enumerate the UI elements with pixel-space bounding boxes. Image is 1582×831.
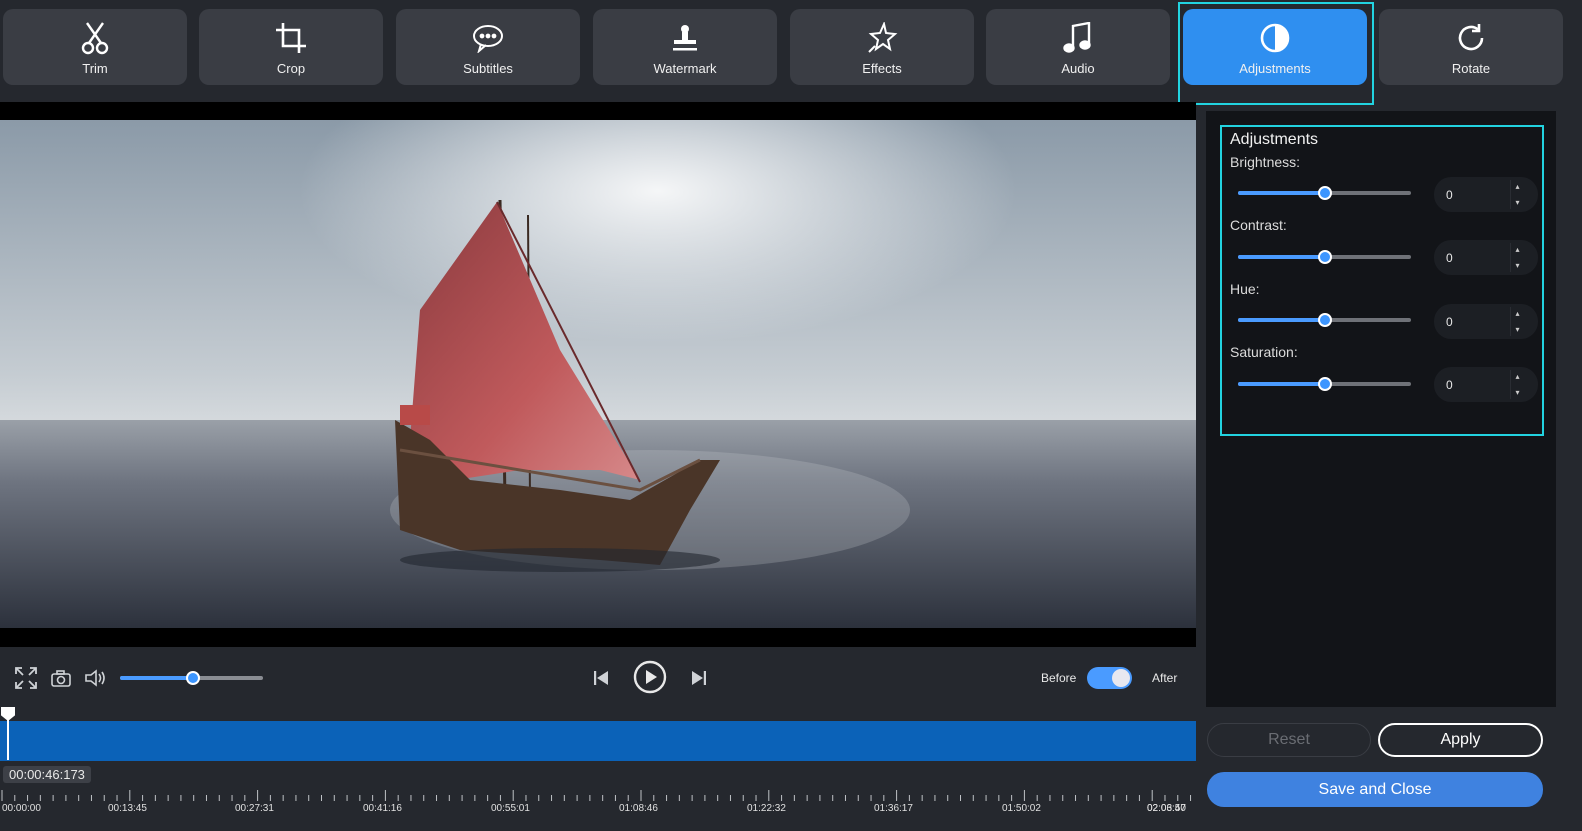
saturation-stepper[interactable]: 0 ▴ ▾ xyxy=(1434,367,1538,402)
tool-effects[interactable]: Effects xyxy=(790,9,974,85)
stepper-value[interactable]: 0 xyxy=(1446,188,1453,202)
decrement-icon[interactable]: ▾ xyxy=(1515,386,1519,399)
reset-button[interactable]: Reset xyxy=(1207,723,1371,757)
ruler-tick-label: 01:50:02 xyxy=(1002,803,1041,814)
decrement-icon[interactable]: ▾ xyxy=(1515,323,1519,336)
ruler-tick-label: 00:27:31 xyxy=(235,803,274,814)
timeline-track[interactable] xyxy=(0,721,1196,761)
saturation-label: Saturation: xyxy=(1230,344,1298,360)
stamp-icon xyxy=(668,21,702,55)
hue-label: Hue: xyxy=(1230,281,1260,297)
tool-label: Watermark xyxy=(653,61,717,76)
ruler-tick-label: 00:00:00 xyxy=(2,803,41,814)
skip-previous-icon[interactable] xyxy=(591,668,611,688)
slider-fill xyxy=(1238,318,1325,322)
contrast-stepper[interactable]: 0 ▴ ▾ xyxy=(1434,240,1538,275)
stepper-value[interactable]: 0 xyxy=(1446,251,1453,265)
hue-stepper[interactable]: 0 ▴ ▾ xyxy=(1434,304,1538,339)
tool-label: Trim xyxy=(82,61,108,76)
skip-next-icon[interactable] xyxy=(689,668,709,688)
ruler-tick-label: 00:13:45 xyxy=(108,803,147,814)
ruler-tick-label: 00:55:01 xyxy=(491,803,530,814)
scissors-icon xyxy=(78,21,112,55)
contrast-circle-icon xyxy=(1258,21,1292,55)
after-label: After xyxy=(1152,671,1178,685)
tool-watermark[interactable]: Watermark xyxy=(593,9,777,85)
ruler-tick-label: 01:08:46 xyxy=(619,803,658,814)
slider-thumb[interactable] xyxy=(1317,377,1332,391)
tool-label: Audio xyxy=(1061,61,1095,76)
tool-trim[interactable]: Trim xyxy=(3,9,187,85)
play-button[interactable] xyxy=(633,660,667,694)
video-editor-window: Trim Crop Subtitles Watermark Effects Au… xyxy=(0,0,1582,831)
slider-thumb[interactable] xyxy=(1317,250,1332,264)
contrast-label: Contrast: xyxy=(1230,217,1287,233)
stepper-value[interactable]: 0 xyxy=(1446,378,1453,392)
before-label: Before xyxy=(1041,671,1077,685)
volume-slider[interactable] xyxy=(120,671,263,685)
stepper-arrows[interactable]: ▴ ▾ xyxy=(1510,243,1524,272)
ruler-tick-label: 02:06:50 xyxy=(1147,803,1186,814)
increment-icon[interactable]: ▴ xyxy=(1515,180,1519,193)
volume-fill xyxy=(120,676,193,680)
increment-icon[interactable]: ▴ xyxy=(1515,307,1519,320)
tool-rotate[interactable]: Rotate xyxy=(1379,9,1563,85)
stepper-value[interactable]: 0 xyxy=(1446,315,1453,329)
tool-subtitles[interactable]: Subtitles xyxy=(396,9,580,85)
increment-icon[interactable]: ▴ xyxy=(1515,243,1519,256)
speech-bubble-icon xyxy=(471,21,505,55)
ruler-tick-label: 01:36:17 xyxy=(874,803,913,814)
toggle-knob xyxy=(1112,669,1130,687)
adjustments-title: Adjustments xyxy=(1230,131,1319,148)
video-preview xyxy=(0,102,1196,647)
ruler-tick-label: 00:41:16 xyxy=(363,803,402,814)
save-and-close-button[interactable]: Save and Close xyxy=(1207,772,1543,807)
ruler-tick-label: 01:22:32 xyxy=(747,803,786,814)
apply-button[interactable]: Apply xyxy=(1378,723,1543,757)
camera-icon[interactable] xyxy=(50,668,72,688)
brightness-label: Brightness: xyxy=(1230,154,1301,170)
slider-fill xyxy=(1238,382,1325,386)
slider-thumb[interactable] xyxy=(1317,313,1332,327)
toolbar: Trim Crop Subtitles Watermark Effects Au… xyxy=(0,0,1582,105)
tool-audio[interactable]: Audio xyxy=(986,9,1170,85)
brightness-slider[interactable] xyxy=(1238,186,1411,200)
sparkle-star-icon xyxy=(865,21,899,55)
video-frame xyxy=(0,120,1196,628)
tool-label: Subtitles xyxy=(463,61,513,76)
tool-label: Adjustments xyxy=(1239,61,1311,76)
brightness-stepper[interactable]: 0 ▴ ▾ xyxy=(1434,177,1538,212)
slider-fill xyxy=(1238,191,1325,195)
music-note-icon xyxy=(1061,21,1095,55)
fullscreen-icon[interactable] xyxy=(14,667,38,689)
slider-thumb[interactable] xyxy=(1317,186,1332,200)
decrement-icon[interactable]: ▾ xyxy=(1515,259,1519,272)
stepper-arrows[interactable]: ▴ ▾ xyxy=(1510,180,1524,209)
slider-fill xyxy=(1238,255,1325,259)
increment-icon[interactable]: ▴ xyxy=(1515,370,1519,383)
contrast-slider[interactable] xyxy=(1238,250,1411,264)
stepper-arrows[interactable]: ▴ ▾ xyxy=(1510,370,1524,399)
current-time-badge: 00:00:46:173 xyxy=(3,766,91,783)
hue-slider[interactable] xyxy=(1238,313,1411,327)
tool-label: Crop xyxy=(276,61,306,76)
tool-label: Rotate xyxy=(1451,61,1491,76)
saturation-slider[interactable] xyxy=(1238,377,1411,391)
decrement-icon[interactable]: ▾ xyxy=(1515,196,1519,209)
stepper-arrows[interactable]: ▴ ▾ xyxy=(1510,307,1524,336)
before-after-toggle[interactable] xyxy=(1087,667,1132,689)
rotate-icon xyxy=(1454,21,1488,55)
volume-thumb[interactable] xyxy=(185,671,200,685)
volume-icon[interactable] xyxy=(84,668,108,688)
crop-icon xyxy=(274,21,308,55)
playhead-handle[interactable] xyxy=(1,707,15,721)
tool-crop[interactable]: Crop xyxy=(199,9,383,85)
tool-label: Effects xyxy=(862,61,902,76)
tool-adjustments[interactable]: Adjustments xyxy=(1183,9,1367,85)
